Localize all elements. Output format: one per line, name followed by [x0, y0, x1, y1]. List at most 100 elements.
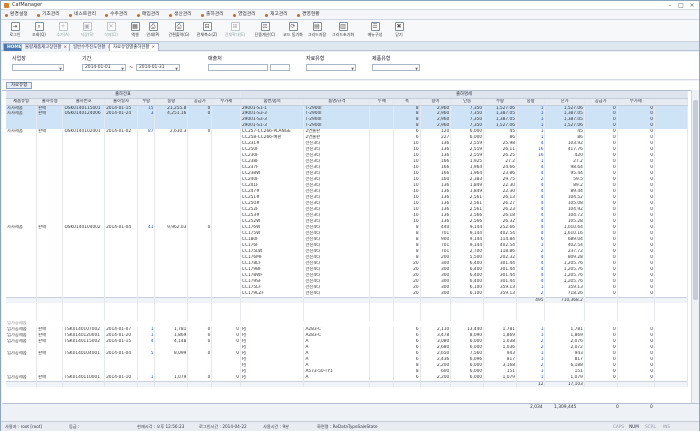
menu-item[interactable]: 영업관리 — [233, 11, 256, 19]
status-bar: 사용자 : root [root] 등급 : 현재시각 : 오후 12:56:2… — [1, 421, 699, 431]
column-header[interactable]: 부가세 — [617, 98, 655, 106]
save-icon: ▣ — [82, 22, 92, 31]
column-header[interactable]: 두께 — [369, 98, 395, 106]
menu-item[interactable]: 경영현황 — [297, 11, 320, 19]
type-label: 자료유형 — [306, 56, 325, 62]
column-header[interactable]: 중량 — [516, 98, 546, 106]
close-button[interactable]: ✖ 닫기 — [387, 22, 411, 41]
menu-item[interactable]: 출하관리 — [201, 11, 224, 19]
calc-button[interactable]: ⚖ 단중계산(C) — [253, 22, 277, 41]
group-bar: 자료유형 — [2, 81, 699, 90]
type-select[interactable]: ▼ — [306, 64, 356, 71]
subtotal-row-outsource-cell — [104, 380, 138, 387]
column-header[interactable]: 길이 — [420, 98, 452, 106]
subtotal-row-outsource-cell — [154, 380, 189, 387]
column-header[interactable]: 단가 — [544, 98, 585, 106]
site-select[interactable]: ▼ — [12, 64, 64, 71]
menu-item[interactable]: 환경설정 — [5, 11, 28, 19]
toolbar-label: 단중계산(C) — [254, 32, 276, 37]
filter-panel: 사업장 ▼ 기간 2014-01-01 ▼ ~ 2014-01-31 ▼ 매출처 자… — [2, 52, 699, 80]
calc-icon: ⚖ — [260, 22, 270, 31]
toolbar-label: 조회(Q) — [32, 32, 46, 37]
expand-button: ⊞ 전체확대(E) — [223, 22, 247, 41]
detail-group-header: 출하명세 — [240, 91, 689, 99]
grand-total-qty: 2,034 — [530, 405, 543, 410]
menu-item[interactable]: 생산관리 — [169, 11, 192, 19]
column-header[interactable]: 품명/규격 — [303, 98, 371, 106]
status-login: 로그인시간 : 2014-04-22 — [199, 424, 247, 429]
subtotal-row-outsource-cell — [240, 380, 305, 387]
status-ins: INS — [663, 424, 671, 429]
close-window-icon[interactable]: × — [687, 1, 697, 10]
column-header[interactable]: 폭 — [393, 98, 421, 106]
column-header[interactable]: 품번/품목 — [240, 98, 305, 106]
menu-item[interactable]: 네스트관리 — [69, 11, 96, 19]
date-tilde: ~ — [129, 65, 134, 71]
status-time: 현재시각 : 오후 12:56:23 — [137, 424, 185, 429]
search-button[interactable]: ⌕ 조회(Q) — [27, 22, 51, 41]
column-header[interactable]: 출하번호 — [62, 98, 106, 106]
date-to-input[interactable]: 2014-01-31 ▼ — [136, 64, 180, 71]
column-header[interactable]: 출하일자 — [104, 98, 138, 106]
tab-3[interactable]: 자료유형별출하현황 × — [109, 43, 160, 51]
column-header[interactable]: 공급가 — [584, 98, 618, 106]
grid-reset-button[interactable]: ▥ 그리드초기화 — [331, 22, 355, 41]
menu-config-icon: ☰ — [370, 22, 380, 31]
subtotal-row-outsource-cell — [62, 380, 106, 387]
column-header[interactable]: 수량 — [483, 98, 517, 106]
toolbar-label: 전체축소(Z) — [196, 32, 218, 37]
column-header[interactable]: 공급가 — [187, 98, 213, 106]
login-icon: ⇥ — [10, 22, 20, 31]
outgoing-group-header: 출하전표 — [6, 91, 241, 99]
scroll-thumb[interactable] — [693, 100, 698, 300]
table-cell: DSK0140102001 — [62, 129, 106, 135]
customer-name-input[interactable] — [270, 64, 290, 71]
tab-close-icon[interactable]: × — [63, 45, 67, 50]
subtotal-row-outsource-cell — [6, 380, 38, 387]
toolbar-label: 그리드초기화 — [331, 32, 355, 37]
maximize-icon[interactable]: □ — [676, 1, 686, 10]
print-icon: ⎙ — [148, 22, 158, 31]
product-type-select[interactable]: ▼ — [372, 64, 420, 71]
menu-item[interactable]: 수주관리 — [105, 11, 128, 19]
table-cell: DSK0140124006 — [62, 111, 106, 117]
column-header[interactable]: 제품유형 — [6, 98, 38, 106]
quick-print-icon: ⎙ — [174, 22, 184, 31]
menu-item[interactable]: 매입관리 — [137, 11, 160, 19]
column-header[interactable]: 출하유형 — [36, 98, 64, 106]
vertical-scrollbar[interactable] — [691, 90, 699, 410]
product-type-label: 제품유형 — [372, 56, 391, 62]
customer-input[interactable] — [208, 64, 268, 71]
data-type-group-button[interactable]: 자료유형 — [6, 82, 33, 89]
toolbar-label: 코드 동기화 — [283, 32, 303, 37]
quick-print-button[interactable]: ⎙ 간편출력(G) — [167, 22, 191, 41]
window-title: CafManager — [12, 2, 43, 8]
grid-reset-icon: ▥ — [338, 22, 348, 31]
column-header[interactable]: 부가세 — [211, 98, 241, 106]
table-cell: TSK0140115002 — [62, 339, 106, 345]
column-header[interactable]: 단중 — [450, 98, 485, 106]
column-header[interactable]: 수량 — [137, 98, 156, 106]
login-button[interactable]: ⇥ 로그인 — [3, 22, 27, 41]
grid-save-button[interactable]: ▤ 그리드저장 — [305, 22, 329, 41]
date-from-input[interactable]: 2014-01-01 ▼ — [82, 64, 126, 71]
subtotal-row-outsource-cell — [187, 380, 213, 387]
subtotal-row-outsource-cell — [393, 380, 421, 387]
add-icon: + — [58, 22, 68, 31]
print-button[interactable]: ⎙ 인쇄(P) — [141, 22, 165, 41]
menu-item[interactable]: 재고관리 — [265, 11, 288, 19]
collapse-button[interactable]: ⊟ 전체축소(Z) — [195, 22, 219, 41]
toolbar-label: 간편출력(G) — [168, 32, 190, 37]
menu-bar: 환경설정 기초관리 네스트관리 수주관리 매입관리 생산관리 출하관리 영업관리 재고관리 경영현… — [1, 10, 699, 20]
customer-label: 매출처 — [208, 56, 222, 62]
menu-config-button[interactable]: ☰ 메뉴구성 — [363, 22, 387, 41]
shipment-table: 출하전표 출하명세 제품유형 출하유형 출하번호 출하일자 수량 중량 공급가 부가세 품번/품… — [6, 91, 689, 387]
sync-button[interactable]: ⟳ 코드 동기화 — [281, 22, 305, 41]
column-header[interactable]: 중량 — [154, 98, 189, 106]
subtotal-row-outsource-cell — [584, 380, 618, 387]
menu-item[interactable]: 기초관리 — [37, 11, 60, 19]
tab-1[interactable]: 불량재품재고장현황 × — [21, 43, 72, 51]
column-header-spacer — [654, 98, 689, 106]
minimize-icon[interactable]: – — [665, 1, 675, 10]
tab-close-icon[interactable]: × — [151, 45, 155, 50]
